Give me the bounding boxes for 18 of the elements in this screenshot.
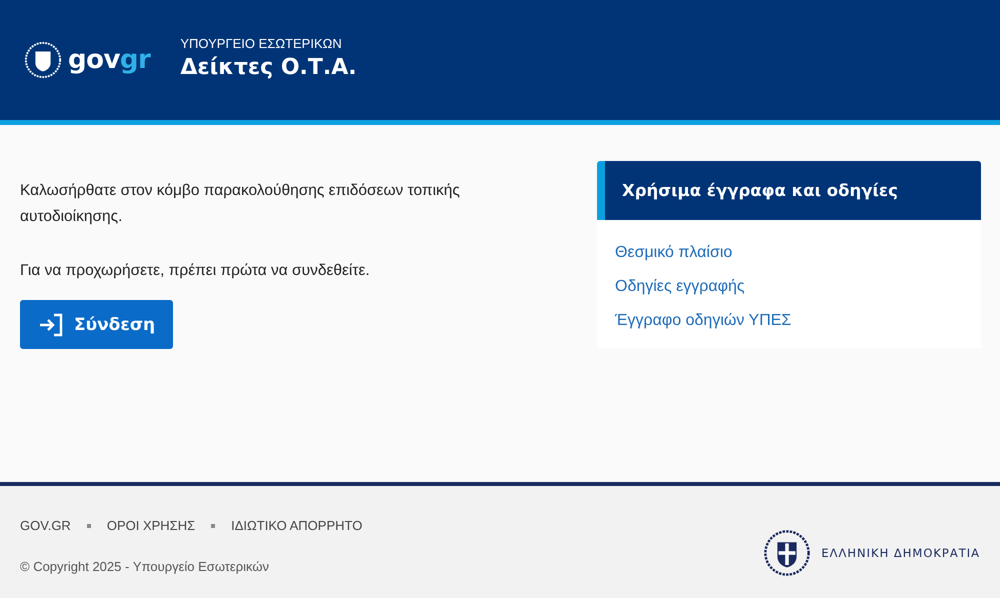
ministry-name: ΥΠΟΥΡΓΕΙΟ ΕΣΩΤΕΡΙΚΩΝ <box>180 36 343 51</box>
republic-text: ΕΛΛΗΝΙΚΗ ΔΗΜΟΚΡΑΤΙΑ <box>821 546 980 560</box>
copyright-text: © Copyright 2025 - Υπουργείο Εσωτερικών <box>20 559 270 574</box>
login-button[interactable]: Σύνδεση <box>20 300 174 349</box>
emblem-icon <box>763 529 812 577</box>
document-link[interactable]: Έγγραφο οδηγιών ΥΠΕΣ <box>615 310 792 332</box>
welcome-text: Καλωσήρθατε στον κόμβο παρακολούθησης επιδόσεων τοπικής αυτοδιοίκησης. <box>20 181 461 227</box>
footer-link[interactable]: ΙΔΙΩΤΙΚΟ ΑΠΟΡΡΗΤΟ <box>231 518 362 533</box>
footer-link[interactable]: ΟΡΟΙ ΧΡΗΣΗΣ <box>106 518 196 533</box>
document-link[interactable]: Θεσμικό πλαίσιο <box>615 242 732 264</box>
footer-link[interactable]: GOV.GR <box>20 518 71 533</box>
login-icon <box>38 312 64 336</box>
document-link[interactable]: Οδηγίες εγγραφής <box>615 276 745 298</box>
govgr-logo[interactable]: govgr <box>68 45 150 75</box>
emblem-icon <box>24 41 62 79</box>
site-title: Δείκτες Ο.Τ.Α. <box>180 55 357 80</box>
card-title: Χρήσιμα έγγραφα και οδηγίες <box>597 161 981 220</box>
instruction-text: Για να προχωρήσετε, πρέπει πρώτα να συνδεθείτε. <box>20 261 371 281</box>
